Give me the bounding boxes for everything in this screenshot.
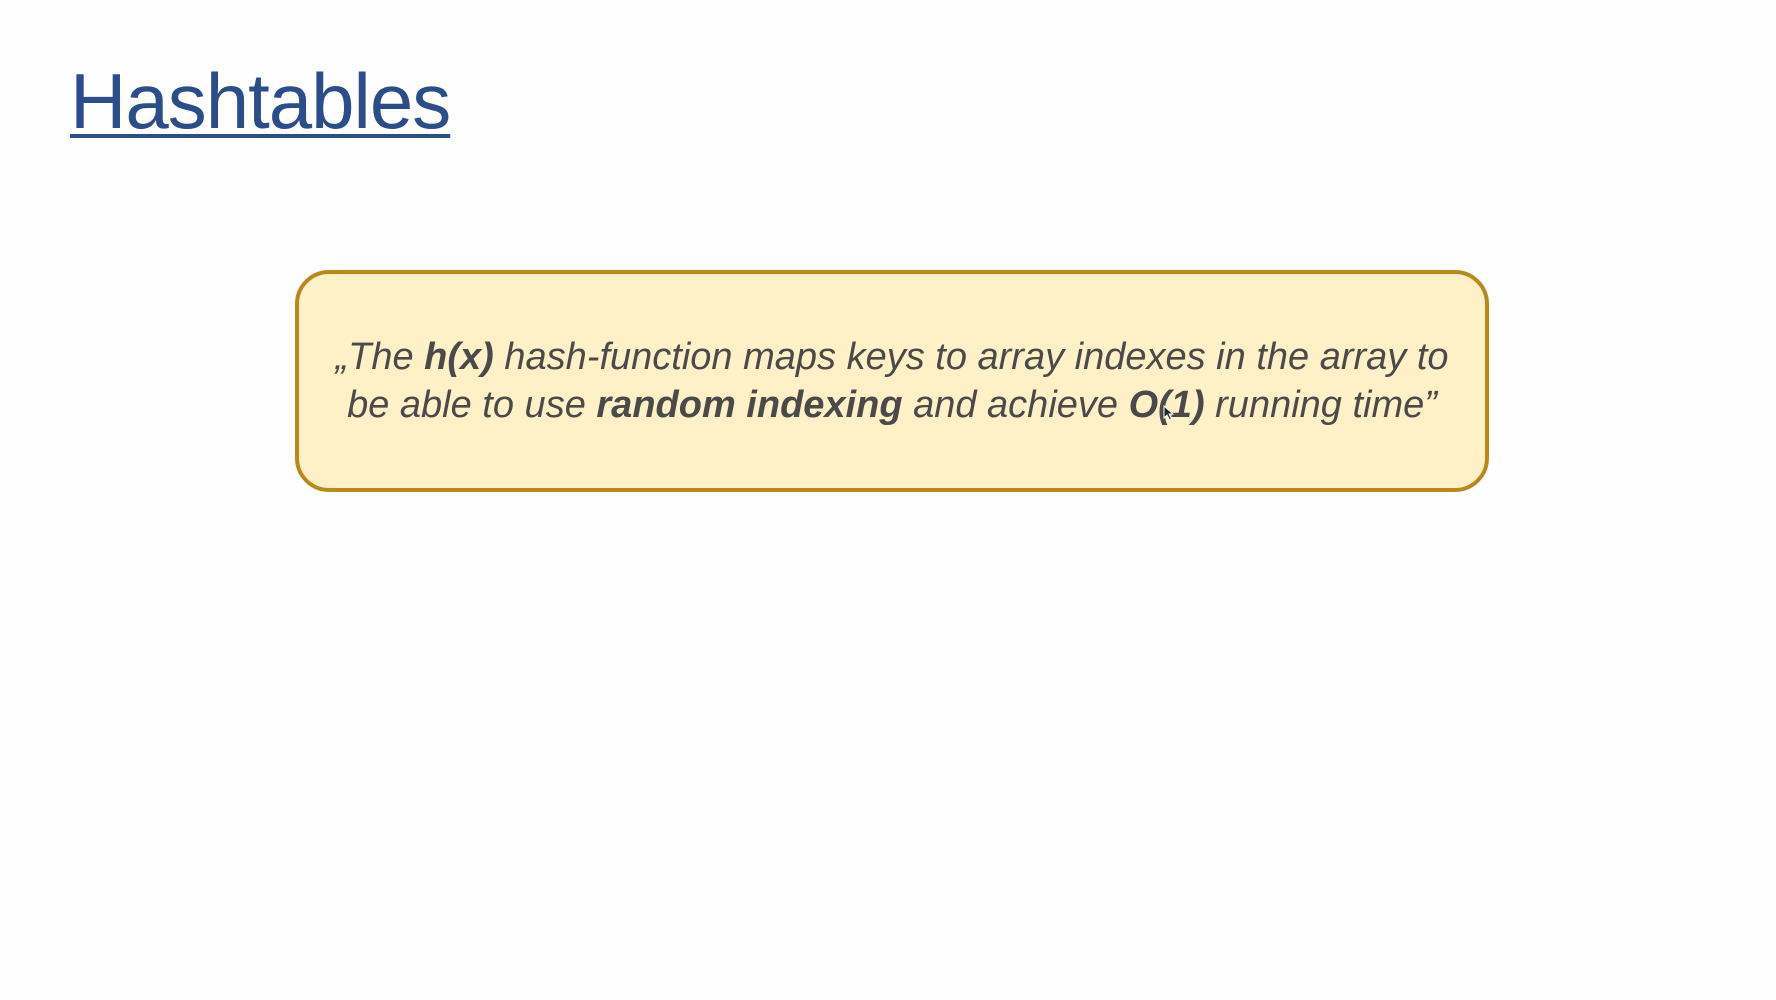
mouse-pointer-icon [1163, 405, 1175, 421]
quote-segment: and achieve [902, 384, 1129, 426]
slide: Hashtables „The h(x) hash-function maps … [0, 0, 1776, 1000]
slide-title: Hashtables [70, 57, 451, 145]
quote-text: „The h(x) hash-function maps keys to arr… [325, 333, 1459, 429]
quote-segment: „The [335, 336, 425, 378]
quote-bold-hx: h(x) [424, 336, 494, 378]
quote-bold-random-indexing: random indexing [596, 384, 903, 426]
quote-segment: running time” [1204, 384, 1437, 426]
quote-callout-box: „The h(x) hash-function maps keys to arr… [295, 270, 1489, 492]
